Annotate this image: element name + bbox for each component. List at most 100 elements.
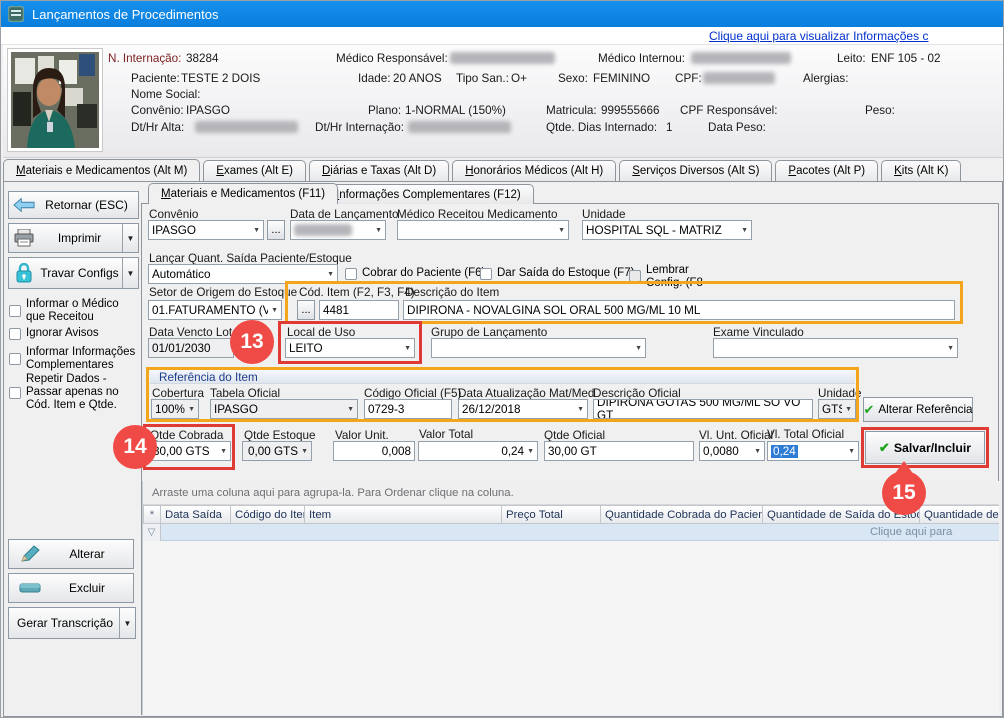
tab-servicos-diversos[interactable]: Serviços Diversos (Alt S) [619, 160, 772, 181]
excluir-button[interactable]: Excluir [8, 573, 134, 603]
dthr-internacao-redacted [408, 121, 511, 133]
dthr-alta-redacted [195, 121, 298, 133]
grid-filter-row[interactable]: ▽ Clique aqui para [143, 524, 999, 541]
paciente-label: Paciente: [131, 72, 180, 85]
grid-col-codigo-item[interactable]: Código do Item [231, 505, 305, 524]
imprimir-button[interactable]: Imprimir ▼ [8, 223, 139, 253]
sexo-label: Sexo: [558, 72, 588, 85]
travar-configs-button[interactable]: Travar Configs ▼ [8, 257, 139, 289]
cobrar-paciente-checkbox[interactable] [345, 268, 357, 280]
cpf-responsavel-label: CPF Responsável: [680, 104, 777, 117]
chevron-down-icon: ▼ [327, 271, 334, 278]
grid-indicator-icon: * [143, 505, 161, 524]
grid-col-qtd-cobrada[interactable]: Quantidade Cobrada do Paciente [601, 505, 763, 524]
subtab-complementares-f12[interactable]: Informações Complementares (F12) [323, 184, 534, 204]
link-bar: Clique aqui para visualizar Informações … [1, 27, 1004, 45]
exame-vinculado-select[interactable]: ▼ [713, 338, 958, 358]
check-icon: ✔ [879, 440, 890, 456]
n-internacao-value: 38284 [186, 52, 219, 65]
grid-col-item[interactable]: Item [305, 505, 502, 524]
alergias-label: Alergias: [803, 72, 848, 85]
valor-unit-input[interactable]: 0,008 [333, 441, 415, 461]
qtde-estoque-select[interactable]: 0,00 GTS▼ [242, 441, 312, 461]
medico-receitou-select[interactable]: ▼ [397, 220, 569, 240]
tab-kits[interactable]: Kits (Alt K) [881, 160, 961, 181]
data-lancamento-redacted [294, 224, 352, 236]
alterar-referencia-button[interactable]: ✔ Alterar Referência [863, 397, 973, 422]
repetir-dados-checkbox[interactable] [9, 387, 21, 399]
chevron-down-icon: ▼ [558, 227, 565, 234]
main-tab-strip: Materiais e Medicamentos (Alt M) Exames … [3, 159, 1003, 181]
travar-configs-dropdown-arrow[interactable]: ▼ [122, 258, 138, 288]
app-window: Lançamentos de Procedimentos Clique aqui… [0, 0, 1004, 718]
valor-total-select[interactable]: 0,24▼ [418, 441, 538, 461]
imprimir-dropdown-arrow[interactable]: ▼ [122, 224, 138, 252]
grupo-lancamento-select[interactable]: ▼ [431, 338, 646, 358]
dar-saida-label: Dar Saída do Estoque (F7) [497, 267, 634, 280]
idade-label: Idade: [358, 72, 391, 85]
app-icon [8, 6, 24, 22]
salvar-incluir-button[interactable]: ✔ Salvar/Incluir [865, 431, 985, 464]
convenio-browse-button[interactable]: ... [267, 220, 285, 240]
patient-photo-image [11, 52, 99, 148]
informar-medico-label: Informar o Médico que Receitou [26, 298, 139, 324]
ignorar-avisos-checkbox[interactable] [9, 328, 21, 340]
sexo-value: FEMININO [593, 72, 650, 85]
tab-materiais-medicamentos[interactable]: Materiais e Medicamentos (Alt M) [3, 159, 200, 181]
medico-internou-label: Médico Internou: [598, 52, 685, 65]
cobrar-paciente-option: Cobrar do Paciente (F6) [345, 267, 485, 280]
alterar-label: Alterar [41, 547, 133, 561]
informar-medico-option: Informar o Médico que Receitou [9, 298, 139, 324]
gerar-transcricao-dropdown-arrow[interactable]: ▼ [119, 608, 135, 638]
leito-label: Leito: [837, 52, 866, 65]
leito-value: ENF 105 - 02 [871, 52, 941, 65]
tab-diarias-taxas[interactable]: Diárias e Taxas (Alt D) [309, 160, 449, 181]
dar-saida-checkbox[interactable] [480, 268, 492, 280]
dar-saida-option: Dar Saída do Estoque (F7) [480, 267, 634, 280]
grid-col-preco-total[interactable]: Preço Total [502, 505, 601, 524]
grid-col-qtd-extra[interactable]: Quantidade de Sa [920, 505, 999, 524]
qtde-dias-label: Qtde. Dias Internado: [546, 121, 657, 134]
pencil-icon [19, 545, 41, 563]
plano-label: Plano: [368, 104, 401, 117]
retornar-button[interactable]: Retornar (ESC) [8, 191, 139, 219]
qtde-oficial-input[interactable]: 30,00 GT [544, 441, 694, 461]
grid-group-hint: Arraste uma coluna aqui para agrupa-la. … [152, 487, 514, 499]
medico-internou-redacted [691, 52, 791, 64]
unidade-select[interactable]: HOSPITAL SQL - MATRIZ▼ [582, 220, 752, 240]
medico-responsavel-redacted [450, 52, 555, 64]
chevron-down-icon: ▼ [301, 448, 308, 455]
data-vencto-input[interactable]: 01/01/2030 [148, 338, 234, 358]
gerar-transcricao-button[interactable]: Gerar Transcrição ▼ [8, 607, 136, 639]
convenio-select[interactable]: IPASGO▼ [148, 220, 264, 240]
dthr-internacao-label: Dt/Hr Internação: [315, 121, 404, 134]
setor-origem-select[interactable]: 01.FATURAMENTO (VIR▼ [148, 300, 282, 320]
informar-complementares-checkbox[interactable] [9, 353, 21, 365]
check-icon: ✔ [863, 402, 874, 418]
vl-total-oficial-select[interactable]: 0,24 ▼ [767, 441, 859, 461]
tipo-san-label: Tipo San.: [456, 72, 509, 85]
items-grid: Arraste uma coluna aqui para agrupa-la. … [142, 481, 999, 715]
referencia-highlight-box [146, 367, 859, 422]
data-lancamento-select[interactable]: ▼ [290, 220, 386, 240]
tab-pacotes[interactable]: Pacotes (Alt P) [775, 160, 878, 181]
info-link[interactable]: Clique aqui para visualizar Informações … [709, 29, 928, 43]
eraser-icon [19, 582, 41, 594]
tab-honorarios-medicos[interactable]: Honorários Médicos (Alt H) [452, 160, 616, 181]
tipo-san-value: O+ [511, 72, 527, 85]
subtab-materiais-f11[interactable]: Materiais e Medicamentos (F11) [148, 183, 338, 204]
informar-medico-checkbox[interactable] [9, 305, 21, 317]
excluir-label: Excluir [41, 581, 133, 595]
vl-unt-oficial-select[interactable]: 0,0080▼ [699, 441, 765, 461]
peso-label: Peso: [865, 104, 895, 117]
qtde-dias-value: 1 [666, 121, 673, 134]
matricula-value: 999555666 [601, 104, 660, 117]
cobrar-paciente-label: Cobrar do Paciente (F6) [362, 267, 485, 280]
grid-group-panel[interactable]: Arraste uma coluna aqui para agrupa-la. … [143, 481, 999, 505]
tab-exames[interactable]: Exames (Alt E) [203, 160, 306, 181]
grid-col-data-saida[interactable]: Data Saída [161, 505, 231, 524]
title-bar[interactable]: Lançamentos de Procedimentos [1, 1, 1004, 27]
nome-social-label: Nome Social: [131, 88, 201, 101]
cpf-label: CPF: [675, 72, 702, 85]
alterar-button[interactable]: Alterar [8, 539, 134, 569]
